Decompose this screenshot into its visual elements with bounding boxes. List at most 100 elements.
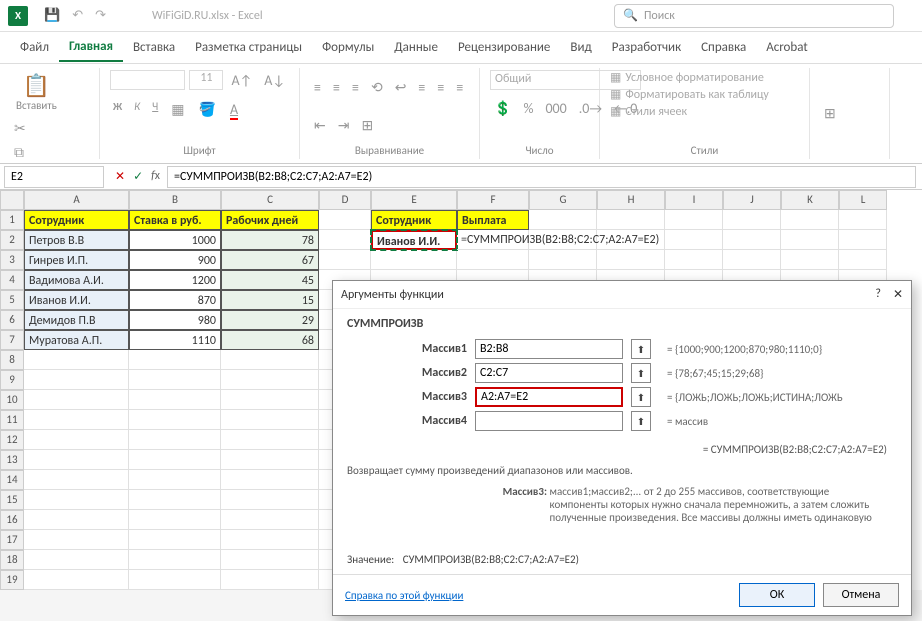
cell-A12[interactable] [24, 430, 129, 450]
fx-icon[interactable]: fx [148, 169, 163, 184]
row-header-10[interactable]: 10 [0, 390, 24, 410]
cell-A4[interactable]: Вадимова А.И. [24, 270, 129, 290]
cell-A17[interactable] [24, 530, 129, 550]
cell-C5[interactable]: 15 [221, 290, 319, 310]
row-header-9[interactable]: 9 [0, 370, 24, 390]
menu-acrobat[interactable]: Acrobat [756, 34, 818, 61]
cell-C9[interactable] [221, 370, 319, 390]
cell-A7[interactable]: Муратова А.П. [24, 330, 129, 350]
cut-icon[interactable]: ✂ [10, 118, 36, 139]
cell-C16[interactable] [221, 510, 319, 530]
format-table-button[interactable]: ▦Форматировать как таблицу [610, 87, 769, 102]
row-header-2[interactable]: 2 [0, 230, 24, 250]
name-box[interactable] [4, 166, 104, 188]
menu-help[interactable]: Справка [691, 34, 756, 61]
menu-review[interactable]: Рецензирование [448, 34, 560, 61]
cell-C6[interactable]: 29 [221, 310, 319, 330]
bold-button[interactable]: Ж [110, 99, 125, 120]
decrease-font-icon[interactable]: A↓ [260, 70, 289, 91]
cell-C13[interactable] [221, 450, 319, 470]
border-icon[interactable]: ▦ [167, 99, 188, 120]
copy-icon[interactable]: ⧉ [10, 142, 36, 163]
menu-file[interactable]: Файл [10, 34, 59, 61]
cell-B16[interactable] [129, 510, 221, 530]
col-header-D[interactable]: D [319, 190, 371, 210]
cell-B17[interactable] [129, 530, 221, 550]
cell-I3[interactable] [665, 250, 723, 270]
indent-inc-icon[interactable]: ⇥ [334, 115, 354, 136]
cell-I2[interactable] [665, 230, 723, 250]
arg-input-2[interactable] [475, 387, 623, 407]
cell-B10[interactable] [129, 390, 221, 410]
row-header-1[interactable]: 1 [0, 210, 24, 230]
menu-developer[interactable]: Разработчик [602, 34, 691, 61]
save-icon[interactable]: 💾 [44, 8, 60, 23]
cell-styles-button[interactable]: ▦Стили ячеек [610, 104, 687, 119]
cell-A6[interactable]: Демидов П.В [24, 310, 129, 330]
col-header-C[interactable]: C [221, 190, 319, 210]
comma-icon[interactable]: 000 [541, 98, 570, 119]
redo-icon[interactable]: ↷ [95, 8, 106, 23]
row-header-7[interactable]: 7 [0, 330, 24, 350]
increase-font-icon[interactable]: A↑ [227, 70, 256, 91]
col-header-K[interactable]: K [781, 190, 839, 210]
cell-A11[interactable] [24, 410, 129, 430]
menu-view[interactable]: Вид [560, 34, 601, 61]
cell-C7[interactable]: 68 [221, 330, 319, 350]
cell-B15[interactable] [129, 490, 221, 510]
row-header-12[interactable]: 12 [0, 430, 24, 450]
cell-B6[interactable]: 980 [129, 310, 221, 330]
col-header-F[interactable]: F [457, 190, 529, 210]
col-header-I[interactable]: I [665, 190, 723, 210]
cell-D3[interactable] [319, 250, 371, 270]
indent-dec-icon[interactable]: ⇤ [310, 115, 330, 136]
cancel-button[interactable]: Отмена [823, 583, 899, 607]
cell-C11[interactable] [221, 410, 319, 430]
cell-C17[interactable] [221, 530, 319, 550]
underline-button[interactable]: Ч [149, 99, 161, 120]
cell-B12[interactable] [129, 430, 221, 450]
cell-C18[interactable] [221, 550, 319, 570]
col-header-L[interactable]: L [839, 190, 887, 210]
cell-E1[interactable]: Сотрудник [371, 210, 457, 230]
arg-input-1[interactable] [475, 363, 623, 383]
cell-H3[interactable] [597, 250, 665, 270]
merge-icon[interactable]: ⊞ [357, 115, 377, 136]
range-select-icon[interactable]: ⬆ [631, 339, 651, 359]
formula-bar[interactable] [167, 166, 916, 188]
cell-C12[interactable] [221, 430, 319, 450]
row-header-13[interactable]: 13 [0, 450, 24, 470]
select-all-corner[interactable] [0, 190, 24, 210]
row-header-15[interactable]: 15 [0, 490, 24, 510]
cell-B7[interactable]: 1110 [129, 330, 221, 350]
cond-format-button[interactable]: ▦Условное форматирование [610, 70, 764, 85]
cell-C15[interactable] [221, 490, 319, 510]
cell-K1[interactable] [781, 210, 839, 230]
row-header-18[interactable]: 18 [0, 550, 24, 570]
cell-L2[interactable] [839, 230, 887, 250]
cell-A10[interactable] [24, 390, 129, 410]
cell-A15[interactable] [24, 490, 129, 510]
col-header-H[interactable]: H [597, 190, 665, 210]
cell-F2[interactable]: =СУММПРОИЗВ(B2:B8;C2:C7;A2:A7=E2) [457, 230, 529, 250]
cell-A1[interactable]: Сотрудник [24, 210, 129, 230]
cell-B2[interactable]: 1000 [129, 230, 221, 250]
cell-B19[interactable] [129, 570, 221, 590]
cell-C4[interactable]: 45 [221, 270, 319, 290]
undo-icon[interactable]: ↶ [72, 8, 83, 23]
cell-A14[interactable] [24, 470, 129, 490]
percent-icon[interactable]: % [519, 98, 537, 119]
cell-F3[interactable] [457, 250, 529, 270]
cell-D2[interactable] [319, 230, 371, 250]
row-header-16[interactable]: 16 [0, 510, 24, 530]
cell-B5[interactable]: 870 [129, 290, 221, 310]
cell-C2[interactable]: 78 [221, 230, 319, 250]
col-header-E[interactable]: E [371, 190, 457, 210]
cell-B8[interactable] [129, 350, 221, 370]
wrap-text-icon[interactable]: ↩ [391, 77, 411, 98]
cell-D1[interactable] [319, 210, 371, 230]
insert-cells-icon[interactable]: ⊞ [820, 103, 840, 124]
cell-F1[interactable]: Выплата [457, 210, 529, 230]
row-header-19[interactable]: 19 [0, 570, 24, 590]
cell-K3[interactable] [781, 250, 839, 270]
